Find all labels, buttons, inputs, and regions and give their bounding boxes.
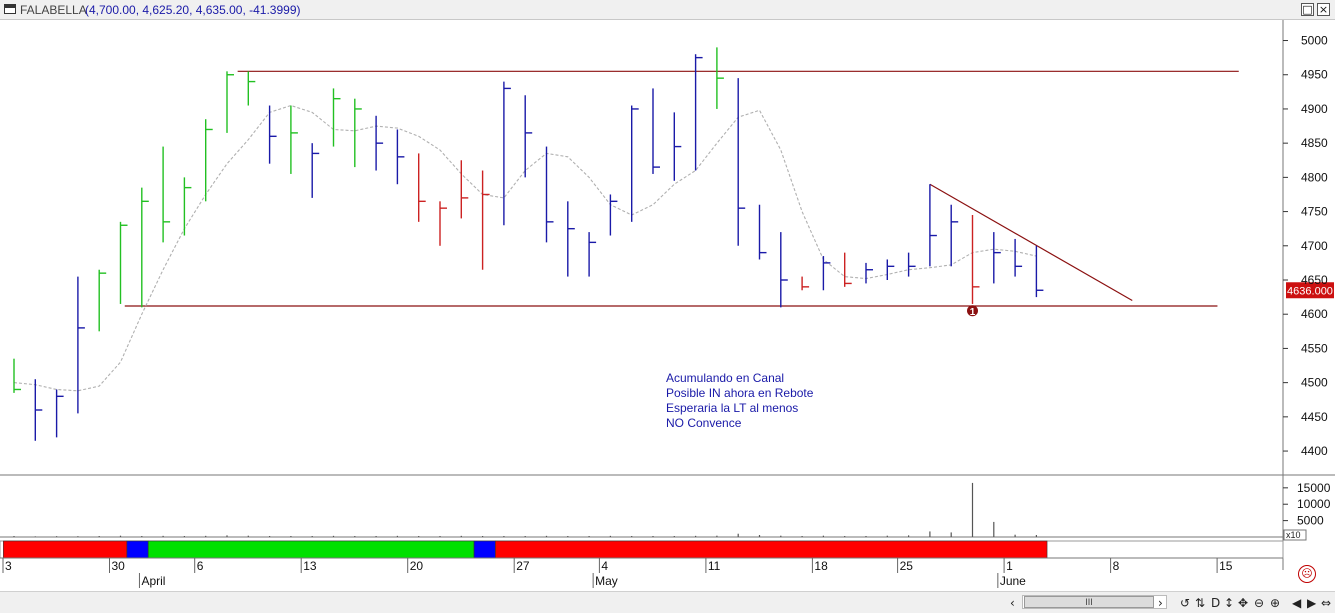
state-band-segment <box>495 540 1048 559</box>
price-chart[interactable]: 1 4636.000 4400 4450 4500 4550 4600 4650 4700 47… <box>0 20 1335 591</box>
date-tick-label: 4 <box>601 559 608 573</box>
date-tick-label: 1 <box>1006 559 1013 573</box>
signal-marker-label: 1 <box>970 307 976 318</box>
state-band-segment <box>3 540 128 559</box>
state-band-segment <box>147 540 475 559</box>
scroll-thumb[interactable]: III <box>1024 596 1154 608</box>
date-tick-label: 25 <box>900 559 914 573</box>
scroll-right-button[interactable]: › <box>1158 596 1163 610</box>
ohlc-readout: (4,700.00, 4,625.20, 4,635.00, -41.3999) <box>85 3 301 17</box>
volume-tick-label: 10000 <box>1297 497 1331 511</box>
date-tick-label: 6 <box>197 559 204 573</box>
close-button[interactable]: × <box>1317 3 1330 16</box>
note-line-2: Posible IN ahora en Rebote <box>666 386 814 400</box>
scroll-end-button[interactable]: ▶ <box>1307 596 1316 610</box>
sad-face-icon[interactable]: ☹ <box>1298 565 1316 583</box>
price-tick-label: 4600 <box>1301 307 1328 321</box>
date-tick-label: 3 <box>5 559 12 573</box>
swap-icon[interactable]: ⇅ <box>1195 596 1205 610</box>
price-tick-label: 4850 <box>1301 136 1328 150</box>
close-icon: × <box>1318 3 1329 16</box>
scroll-left-button[interactable]: ‹ <box>1010 596 1015 610</box>
refresh-icon[interactable]: ↺ <box>1180 596 1190 610</box>
price-tick-label: 4800 <box>1301 170 1328 184</box>
month-label: May <box>595 574 618 588</box>
fit-icon[interactable]: ⇔ <box>1321 596 1331 610</box>
date-tick-label: 18 <box>814 559 828 573</box>
price-tick-label: 4700 <box>1301 239 1328 253</box>
vertical-zoom-icon[interactable]: ↕ <box>1224 596 1234 610</box>
date-button[interactable]: D <box>1211 596 1220 610</box>
window-icon <box>4 4 16 14</box>
price-tick-label: 4500 <box>1301 376 1328 390</box>
move-icon[interactable]: ✥ <box>1238 596 1248 610</box>
note-line-4: NO Convence <box>666 416 742 430</box>
window-titlebar: FALABELLA (4,700.00, 4,625.20, 4,635.00,… <box>0 0 1335 20</box>
price-tick-label: 4950 <box>1301 68 1328 82</box>
price-tick-label: 4400 <box>1301 444 1328 458</box>
price-tick-label: 5000 <box>1301 34 1328 48</box>
zoom-out-icon[interactable]: ⊖ <box>1254 596 1264 610</box>
price-tick-label: 4750 <box>1301 205 1328 219</box>
date-tick-label: 13 <box>303 559 317 573</box>
zoom-in-icon[interactable]: ⊕ <box>1270 596 1280 610</box>
date-tick-label: 11 <box>708 559 721 573</box>
date-tick-label: 30 <box>112 559 126 573</box>
month-label: April <box>141 574 165 588</box>
symbol-name: FALABELLA <box>20 3 87 17</box>
note-line-1: Acumulando en Canal <box>666 371 785 385</box>
price-panel <box>0 20 1283 475</box>
date-tick-label: 27 <box>516 559 530 573</box>
volume-multiplier-label: x10 <box>1286 530 1301 540</box>
price-tick-label: 4900 <box>1301 102 1328 116</box>
chart-window: FALABELLA (4,700.00, 4,625.20, 4,635.00,… <box>0 0 1335 613</box>
price-tick-label: 4550 <box>1301 341 1328 355</box>
date-tick-label: 8 <box>1113 559 1120 573</box>
price-tick-label: 4450 <box>1301 410 1328 424</box>
state-band-segment <box>126 540 149 559</box>
date-tick-label: 15 <box>1219 559 1233 573</box>
month-label: June <box>1000 574 1026 588</box>
scroll-start-button[interactable]: ◀ <box>1292 596 1301 610</box>
restore-button[interactable]: □ <box>1301 3 1314 16</box>
restore-icon: □ <box>1302 3 1313 16</box>
note-line-3: Esperaria la LT al menos <box>666 401 799 415</box>
horizontal-scrollbar[interactable]: III ‹ › ↺ ⇅ D ↕ ✥ ⊖ ⊕ ◀ ▶ ⇔ <box>0 591 1335 613</box>
last-price-label: 4636.000 <box>1287 285 1333 297</box>
state-band-segment <box>473 540 496 559</box>
volume-tick-label: 5000 <box>1297 514 1324 528</box>
date-tick-label: 20 <box>410 559 424 573</box>
price-tick-label: 4650 <box>1301 273 1328 287</box>
volume-tick-label: 15000 <box>1297 481 1331 495</box>
